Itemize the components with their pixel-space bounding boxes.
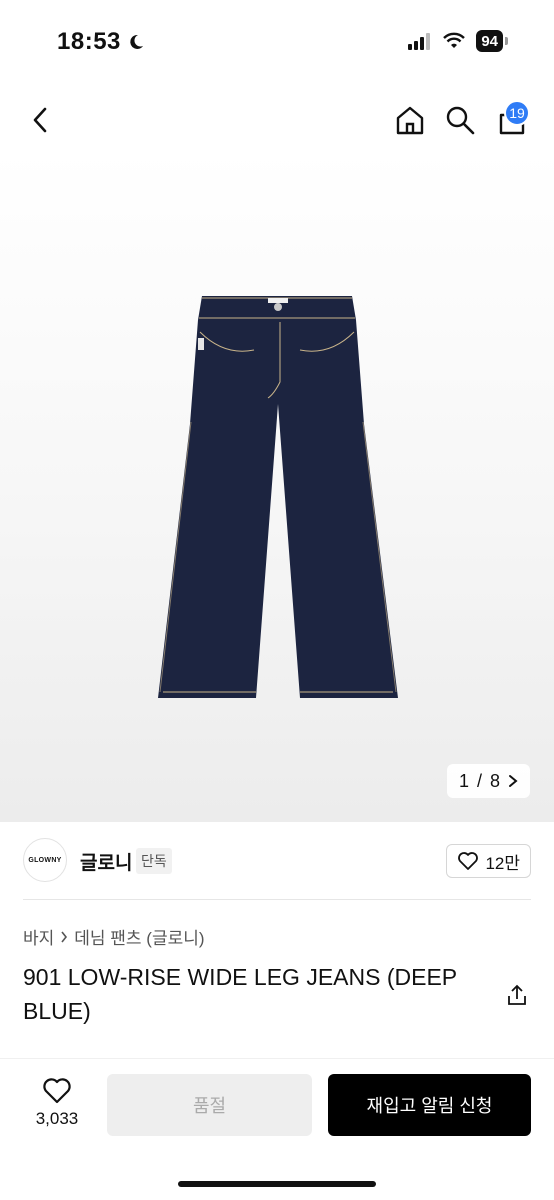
signal-icon	[408, 33, 431, 50]
wishlist-count: 3,033	[35, 1109, 79, 1128]
exclusive-tag: 단독	[136, 848, 172, 874]
share-button[interactable]	[502, 980, 532, 1010]
battery-level: 94	[476, 30, 503, 52]
chevron-right-icon	[509, 775, 518, 787]
product-image-gallery[interactable]: 1 / 8	[0, 150, 554, 822]
heart-icon	[43, 1078, 71, 1104]
home-icon	[396, 106, 424, 135]
soldout-button: 품절	[107, 1074, 312, 1136]
restock-alert-button[interactable]: 재입고 알림 신청	[328, 1074, 531, 1136]
heart-icon	[458, 852, 479, 870]
back-button[interactable]	[22, 102, 58, 138]
search-icon	[446, 106, 475, 135]
breadcrumb-subcategory[interactable]: 데님 팬츠 (글로니)	[74, 924, 204, 949]
product-image-jeans	[158, 296, 398, 698]
cart-count-badge: 19	[504, 100, 530, 126]
chevron-right-icon	[61, 931, 68, 942]
bottom-action-bar: 3,033 품절 재입고 알림 신청	[0, 1058, 554, 1200]
battery-indicator: 94	[476, 30, 508, 52]
brand-like-button[interactable]: 12만	[446, 844, 531, 878]
status-time-text: 18:53	[57, 28, 121, 55]
brand-name[interactable]: 글로니	[80, 848, 132, 875]
pager-total: 8	[489, 770, 500, 791]
brand-like-count: 12만	[485, 853, 520, 873]
brand-row: GLOWNY 글로니 단독 12만	[0, 836, 554, 900]
status-indicators: 94	[408, 30, 508, 52]
share-icon	[508, 984, 526, 1005]
brand-logo-text: GLOWNY	[28, 856, 62, 864]
wifi-icon	[443, 32, 466, 48]
home-button[interactable]	[392, 102, 428, 138]
product-title: 901 LOW-RISE WIDE LEG JEANS (DEEP BLUE)	[23, 964, 457, 1024]
top-nav	[0, 92, 554, 148]
pager-separator: /	[476, 770, 482, 791]
battery-cap	[505, 37, 508, 45]
pager-current: 1	[458, 770, 469, 791]
status-bar: 18:53 94	[0, 0, 554, 84]
search-button[interactable]	[442, 102, 478, 138]
gallery-pager[interactable]: 1 / 8	[446, 764, 530, 798]
brand-logo[interactable]: GLOWNY	[23, 838, 67, 882]
breadcrumb: 바지 데님 팬츠 (글로니)	[23, 924, 205, 949]
home-indicator	[178, 1181, 376, 1187]
wishlist-button[interactable]: 3,033	[28, 1077, 86, 1129]
status-time: 18:53	[57, 28, 145, 56]
divider	[23, 899, 531, 900]
back-icon	[33, 107, 47, 133]
moon-icon	[130, 34, 143, 49]
breadcrumb-category[interactable]: 바지	[23, 924, 54, 949]
